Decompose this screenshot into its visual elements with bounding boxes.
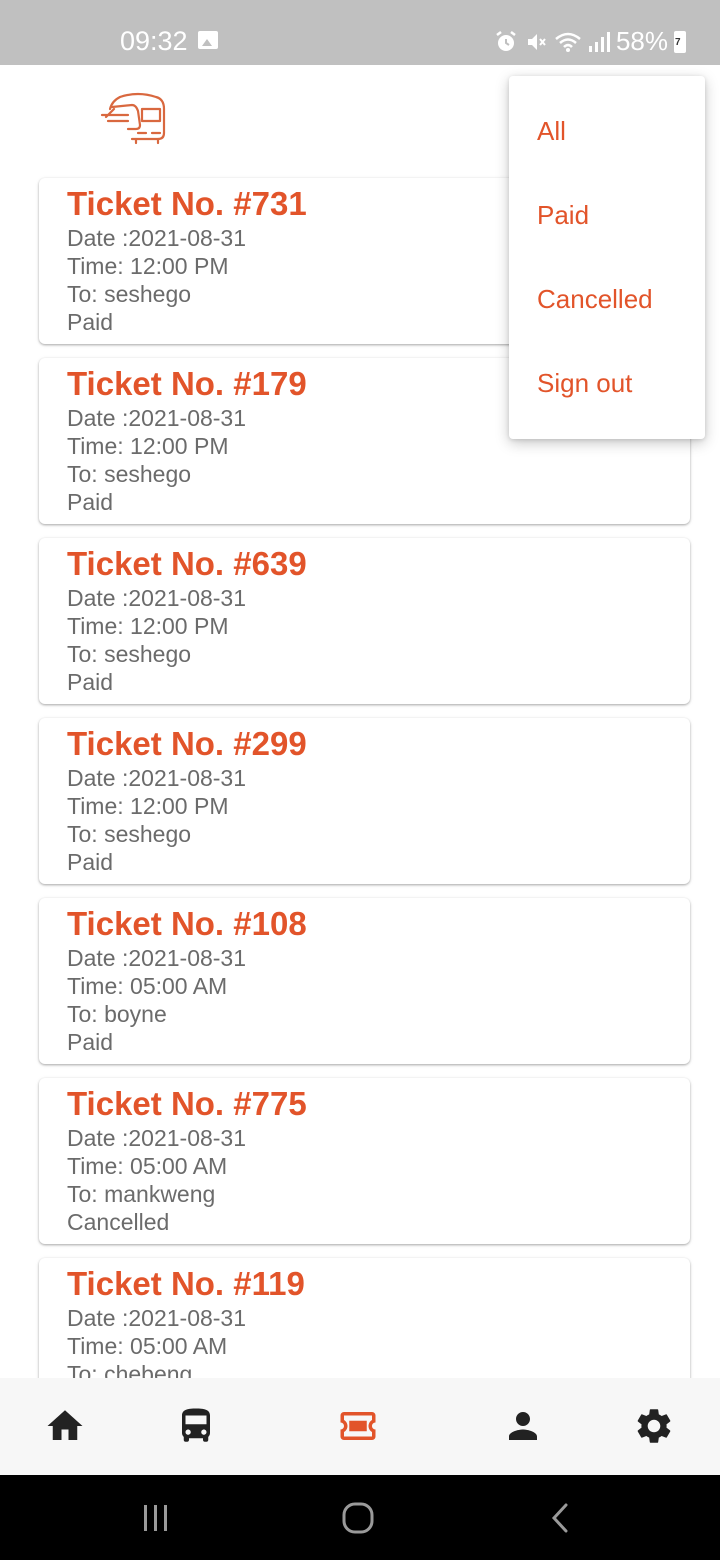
ticket-title: Ticket No. #639 bbox=[67, 545, 307, 582]
ticket-card[interactable]: Ticket No. #639 Date :2021-08-31 Time: 1… bbox=[39, 538, 690, 704]
status-time: 09:32 bbox=[120, 26, 188, 56]
ticket-destination: To: mankweng bbox=[67, 1181, 216, 1207]
ticket-time: Time: 12:00 PM bbox=[67, 613, 229, 639]
status-icons: 58% 7 bbox=[494, 26, 686, 57]
ticket-card[interactable]: Ticket No. #299 Date :2021-08-31 Time: 1… bbox=[39, 718, 690, 884]
ticket-time: Time: 05:00 AM bbox=[67, 1333, 228, 1359]
ticket-date: Date :2021-08-31 bbox=[67, 765, 247, 791]
ticket-destination: To: chebeng bbox=[67, 1361, 193, 1378]
home-icon[interactable] bbox=[44, 1405, 86, 1447]
recent-apps-icon[interactable] bbox=[130, 1475, 182, 1560]
filter-menu: All Paid Cancelled Sign out bbox=[509, 76, 705, 439]
ticket-date: Date :2021-08-31 bbox=[67, 1305, 247, 1331]
ticket-status: Paid bbox=[67, 669, 114, 695]
ticket-time: Time: 05:00 AM bbox=[67, 1153, 228, 1179]
wifi-icon bbox=[555, 32, 581, 52]
ticket-status: Paid bbox=[67, 849, 114, 875]
battery-icon: 7 bbox=[674, 30, 686, 53]
signal-icon bbox=[588, 31, 610, 52]
ticket-destination: To: seshego bbox=[67, 641, 192, 667]
menu-item-paid[interactable]: Paid bbox=[537, 200, 589, 231]
ticket-title: Ticket No. #108 bbox=[67, 905, 307, 942]
alarm-icon bbox=[496, 30, 516, 51]
mute-icon bbox=[527, 33, 546, 50]
ticket-destination: To: seshego bbox=[67, 821, 192, 847]
home-circle-icon[interactable] bbox=[334, 1475, 382, 1560]
bus-logo-icon bbox=[100, 92, 166, 145]
ticket-title: Ticket No. #119 bbox=[67, 1265, 305, 1302]
back-icon[interactable] bbox=[538, 1475, 582, 1560]
battery-badge: 7 bbox=[675, 36, 681, 48]
system-nav-bar bbox=[0, 1475, 720, 1560]
menu-item-sign-out[interactable]: Sign out bbox=[537, 368, 632, 399]
settings-icon[interactable] bbox=[633, 1405, 675, 1447]
ticket-card[interactable]: Ticket No. #775 Date :2021-08-31 Time: 0… bbox=[39, 1078, 690, 1244]
menu-item-cancelled[interactable]: Cancelled bbox=[537, 284, 653, 315]
bus-icon[interactable] bbox=[175, 1405, 217, 1447]
ticket-title: Ticket No. #775 bbox=[67, 1085, 307, 1122]
ticket-card[interactable]: Ticket No. #108 Date :2021-08-31 Time: 0… bbox=[39, 898, 690, 1064]
ticket-card[interactable]: Ticket No. #119 Date :2021-08-31 Time: 0… bbox=[39, 1258, 690, 1378]
ticket-icon[interactable] bbox=[337, 1405, 379, 1447]
ticket-title: Ticket No. #299 bbox=[67, 725, 307, 762]
ticket-date: Date :2021-08-31 bbox=[67, 945, 247, 971]
ticket-date: Date :2021-08-31 bbox=[67, 1125, 247, 1151]
ticket-destination: To: boyne bbox=[67, 1001, 167, 1027]
status-bar: 09:32 58% 7 bbox=[0, 0, 720, 65]
bottom-nav bbox=[0, 1378, 720, 1475]
ticket-destination: To: seshego bbox=[67, 461, 192, 487]
menu-item-all[interactable]: All bbox=[537, 116, 566, 147]
person-icon[interactable] bbox=[502, 1405, 544, 1447]
ticket-status: Paid bbox=[67, 489, 114, 515]
battery-percent: 58% bbox=[615, 26, 668, 56]
ticket-status: Paid bbox=[67, 1029, 114, 1055]
image-icon bbox=[198, 31, 218, 49]
ticket-status: Cancelled bbox=[67, 1209, 170, 1235]
ticket-date: Date :2021-08-31 bbox=[67, 585, 247, 611]
ticket-time: Time: 12:00 PM bbox=[67, 793, 229, 819]
ticket-time: Time: 05:00 AM bbox=[67, 973, 228, 999]
